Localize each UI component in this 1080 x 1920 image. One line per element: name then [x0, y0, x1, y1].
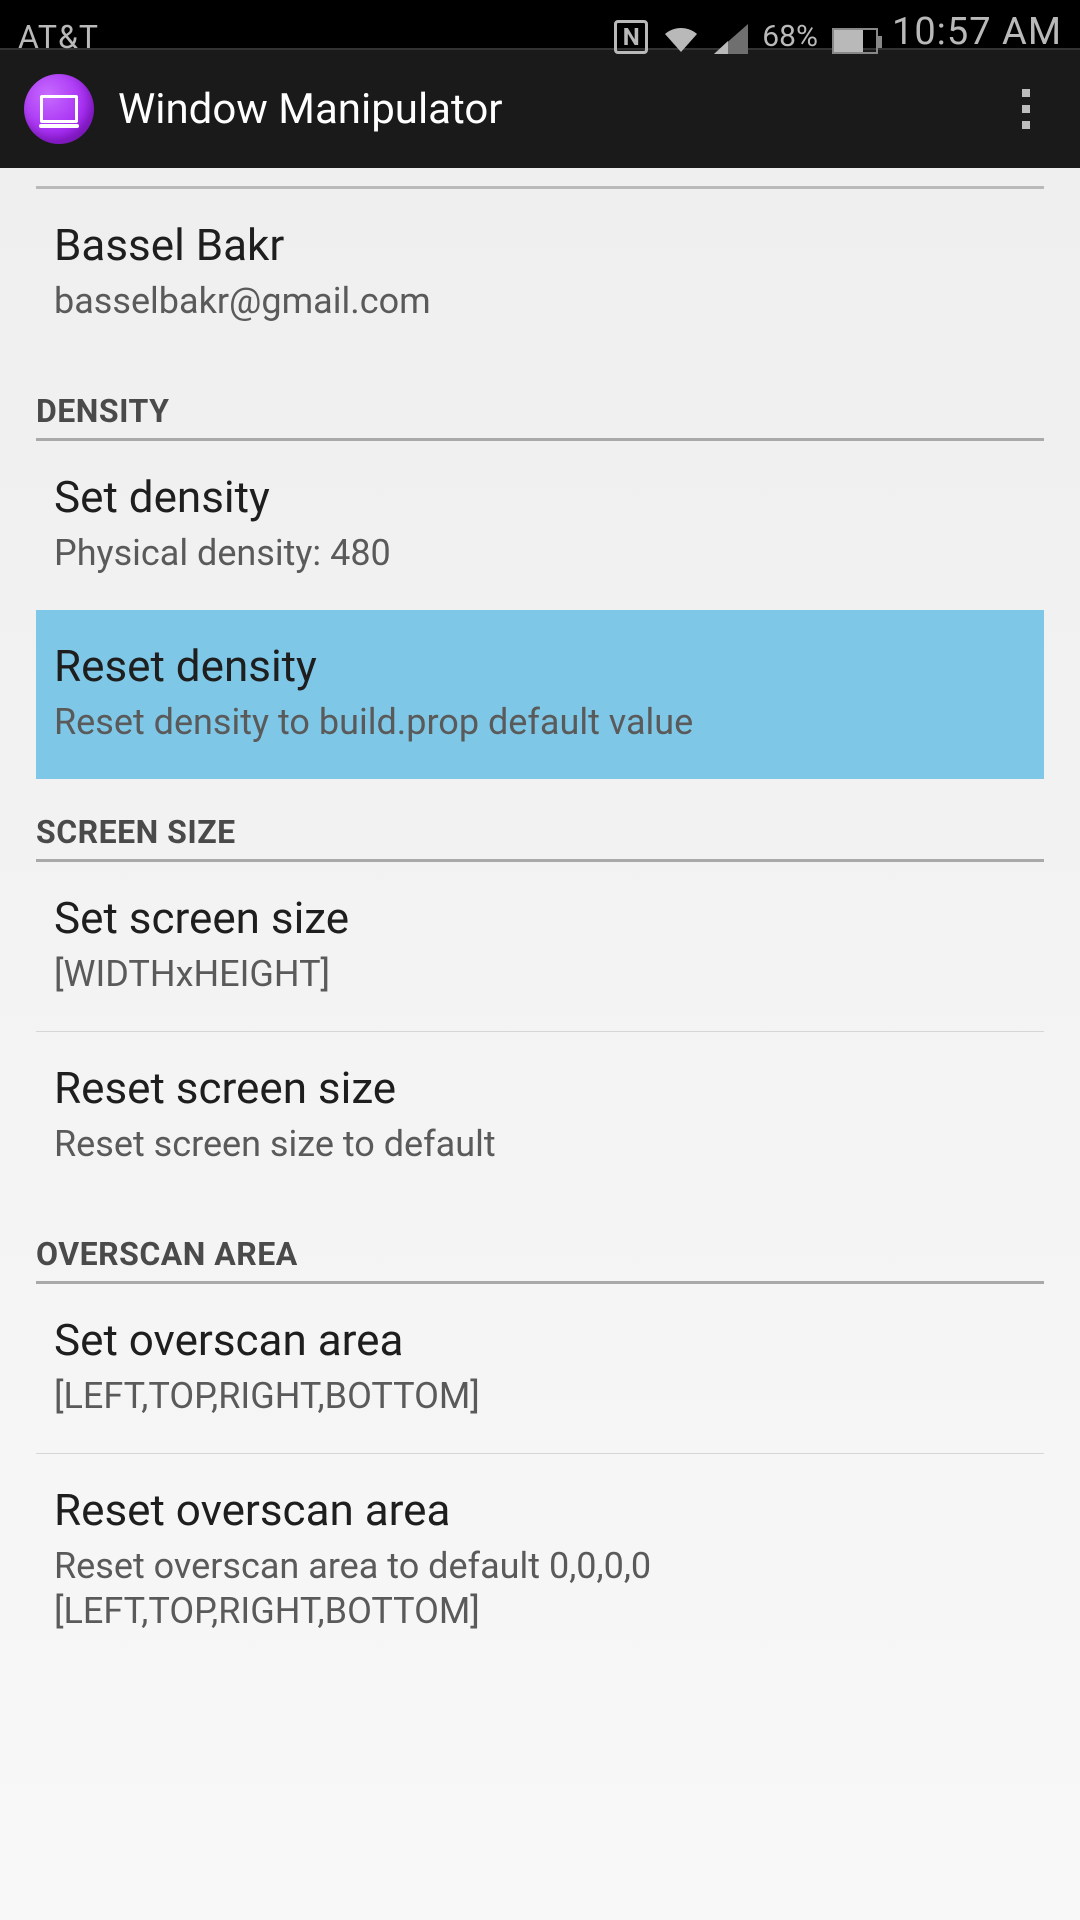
carrier-label: AT&T — [18, 18, 99, 56]
set-density-item[interactable]: Set density Physical density: 480 — [36, 441, 1044, 610]
battery-icon — [832, 28, 878, 54]
reset-overscan-item[interactable]: Reset overscan area Reset overscan area … — [36, 1454, 1044, 1668]
reset-overscan-title: Reset overscan area — [54, 1484, 1026, 1536]
set-overscan-item[interactable]: Set overscan area [LEFT,TOP,RIGHT,BOTTOM… — [36, 1284, 1044, 1453]
section-header-density: DENSITY — [36, 364, 1044, 441]
status-right: 68% 10:57 AM — [614, 6, 1062, 54]
profile-email: basselbakr@gmail.com — [54, 279, 1026, 324]
status-clock: 10:57 AM — [892, 10, 1062, 54]
profile-name: Bassel Bakr — [54, 219, 1026, 271]
app-icon — [24, 74, 94, 144]
nfc-icon — [614, 20, 648, 54]
reset-density-summary: Reset density to build.prop default valu… — [54, 700, 1026, 745]
settings-list: Bassel Bakr basselbakr@gmail.com DENSITY… — [0, 186, 1080, 1668]
wifi-icon — [662, 24, 700, 54]
reset-screen-size-item[interactable]: Reset screen size Reset screen size to d… — [36, 1032, 1044, 1201]
action-bar: Window Manipulator — [0, 48, 1080, 168]
cell-signal-icon — [714, 24, 748, 54]
set-density-title: Set density — [54, 471, 1026, 523]
overflow-menu-button[interactable] — [996, 79, 1056, 139]
set-screen-size-item[interactable]: Set screen size [WIDTHxHEIGHT] — [36, 862, 1044, 1031]
reset-density-title: Reset density — [54, 640, 1026, 692]
battery-percent: 68% — [762, 19, 818, 54]
reset-density-item[interactable]: Reset density Reset density to build.pro… — [36, 610, 1044, 779]
reset-screen-size-summary: Reset screen size to default — [54, 1122, 1026, 1167]
set-overscan-summary: [LEFT,TOP,RIGHT,BOTTOM] — [54, 1374, 1026, 1419]
app-title: Window Manipulator — [118, 85, 972, 134]
profile-item[interactable]: Bassel Bakr basselbakr@gmail.com — [36, 189, 1044, 358]
reset-overscan-summary: Reset overscan area to default 0,0,0,0 [… — [54, 1544, 1026, 1634]
reset-screen-size-title: Reset screen size — [54, 1062, 1026, 1114]
set-density-summary: Physical density: 480 — [54, 531, 1026, 576]
status-bar: AT&T 68% 10:57 AM — [0, 0, 1080, 48]
section-header-overscan: OVERSCAN AREA — [36, 1207, 1044, 1284]
set-screen-size-title: Set screen size — [54, 892, 1026, 944]
status-left: AT&T — [18, 0, 99, 48]
set-overscan-title: Set overscan area — [54, 1314, 1026, 1366]
section-header-screen-size: SCREEN SIZE — [36, 785, 1044, 862]
set-screen-size-summary: [WIDTHxHEIGHT] — [54, 952, 1026, 997]
